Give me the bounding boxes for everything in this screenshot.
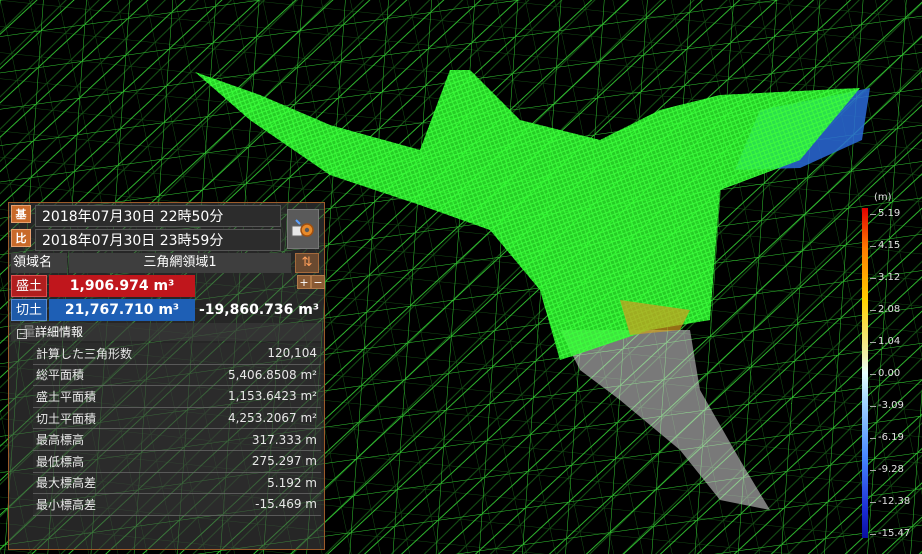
detail-value: 120,104 <box>267 346 317 361</box>
fill-label: 盛土量 <box>11 275 47 316</box>
cut-row: 切土量 21,767.710 m³ -19,860.736 m³ <box>11 299 326 340</box>
detail-list: 計算した三角形数 120,104 総平面積 5,406.8508 m² 盛土平面積 1… <box>33 343 321 516</box>
detail-label: 盛土平面積 <box>36 389 97 404</box>
list-item: 盛土平面積 1,153.6423 m² <box>33 386 321 408</box>
expand-button[interactable]: + <box>297 275 311 289</box>
area-name-row: 領域名 三角網領域1 ⇅ <box>11 253 321 273</box>
swap-button[interactable]: ⇅ <box>295 253 319 273</box>
cut-label: 切土量 <box>11 299 47 340</box>
scale-tick <box>870 374 876 375</box>
list-item: 最大標高差 5.192 m <box>33 472 321 495</box>
scale-unit: (m) <box>874 192 892 203</box>
detail-label: 総平面積 <box>36 368 85 383</box>
detail-value: 4,253.2067 m² <box>227 411 317 426</box>
collapse-button[interactable]: − <box>311 275 325 289</box>
detail-value: 317.333 m <box>251 432 317 447</box>
scale-label: 4.15 <box>878 240 901 251</box>
volume-panel: 基 2018年07月30日 22時50分 比 2018年07月30日 23時59… <box>8 202 325 550</box>
scale-label: 5.19 <box>878 208 901 219</box>
detail-value: 275.297 m <box>251 454 317 469</box>
detail-section-title: 詳細情報 <box>35 325 84 339</box>
detail-label: 最大標高差 <box>36 476 97 491</box>
detail-label: 最小標高差 <box>36 497 97 512</box>
elevation-color-scale <box>862 208 868 538</box>
scale-label: -9.28 <box>878 464 904 475</box>
list-item: 最高標高 317.333 m <box>33 429 321 451</box>
detail-value: 5,406.8508 m² <box>227 367 317 382</box>
net-volume-value: -19,860.736 m³ <box>199 302 319 318</box>
scale-tick <box>870 278 876 279</box>
detail-value: 5.192 m <box>267 475 317 490</box>
gear-icon <box>291 219 314 237</box>
scale-label: -12.38 <box>878 496 911 507</box>
collapse-toggle-icon[interactable]: − <box>17 329 27 339</box>
scale-tick <box>870 310 876 311</box>
scale-label: 2.08 <box>878 304 901 315</box>
detail-label: 計算した三角形数 <box>36 346 133 361</box>
detail-section-header[interactable]: − 詳細情報 <box>11 323 321 341</box>
scale-tick <box>870 534 876 535</box>
list-item: 総平面積 5,406.8508 m² <box>33 364 321 387</box>
list-item: 最小標高差 -15.469 m <box>33 494 321 516</box>
scale-tick <box>870 214 876 215</box>
list-item: 切土平面積 4,253.2067 m² <box>33 407 321 430</box>
scale-tick <box>870 342 876 343</box>
scale-label: 3.12 <box>878 272 901 283</box>
area-name-value[interactable]: 三角網領域1 <box>69 253 291 273</box>
detail-label: 最低標高 <box>36 454 85 469</box>
scale-label: -3.09 <box>878 400 904 411</box>
detail-label: 切土平面積 <box>36 411 97 426</box>
settings-button[interactable] <box>287 209 319 249</box>
detail-value: 1,153.6423 m² <box>227 389 317 404</box>
fill-value: 1,906.974 m³ <box>49 275 195 297</box>
list-item: 最低標高 275.297 m <box>33 450 321 473</box>
scale-tick <box>870 246 876 247</box>
base-date-field[interactable]: 2018年07月30日 22時50分 <box>35 205 281 227</box>
cut-value: 21,767.710 m³ <box>49 299 195 321</box>
base-tag: 基 <box>11 205 31 223</box>
detail-value: -15.469 m <box>255 497 317 512</box>
scale-label: -6.19 <box>878 432 904 443</box>
fill-row: 盛土量 1,906.974 m³ + − <box>11 275 325 316</box>
scale-label: -15.47 <box>878 528 911 539</box>
compare-date-field[interactable]: 2018年07月30日 23時59分 <box>35 229 281 251</box>
scale-label: 0.00 <box>878 368 901 379</box>
compare-tag: 比 <box>11 229 31 247</box>
scale-tick <box>870 438 876 439</box>
scale-tick <box>870 502 876 503</box>
scale-tick <box>870 470 876 471</box>
detail-label: 最高標高 <box>36 433 85 448</box>
scale-tick <box>870 406 876 407</box>
area-name-label: 領域名 <box>11 253 67 273</box>
scale-label: 1.04 <box>878 336 901 347</box>
list-item: 計算した三角形数 120,104 <box>33 343 321 365</box>
